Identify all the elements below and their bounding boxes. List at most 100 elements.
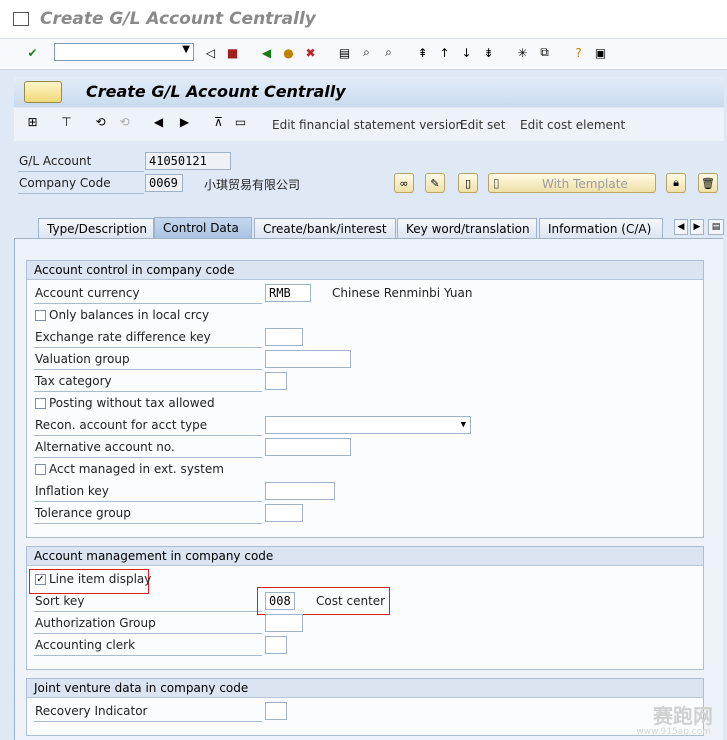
tab-key-word-translation[interactable]: Key word/translation — [397, 218, 537, 238]
divider — [34, 611, 262, 612]
hierarchy-icon[interactable]: ⊤ — [58, 113, 75, 130]
recovery-indicator-field[interactable] — [265, 702, 287, 720]
inflation-key-label: Inflation key — [35, 484, 109, 498]
print-icon[interactable]: ▤ — [336, 44, 353, 61]
back-arrow-icon[interactable]: ◁ — [202, 44, 219, 61]
tab-control-data[interactable]: Control Data — [154, 217, 252, 239]
command-field[interactable]: ▼ — [54, 43, 194, 61]
with-template-button[interactable]: ▯ With Template — [488, 173, 656, 193]
exchange-rate-field[interactable] — [265, 328, 303, 346]
auth-group-label: Authorization Group — [35, 616, 156, 630]
window-title: Create G/L Account Centrally — [40, 9, 316, 29]
group-title: Joint venture data in company code — [27, 679, 703, 698]
new-session-icon[interactable]: ✳ — [514, 44, 531, 61]
divider — [34, 369, 262, 370]
company-code-label: Company Code — [19, 176, 111, 190]
previous-page-icon[interactable]: ↑ — [436, 44, 453, 61]
save-icon[interactable]: ■ — [224, 44, 241, 61]
sort-key-field[interactable]: 008 — [265, 592, 295, 610]
page-title: Create G/L Account Centrally — [86, 82, 346, 101]
account-currency-field[interactable]: RMB — [265, 284, 311, 302]
shortcut-icon[interactable]: ⧉ — [536, 44, 553, 61]
divider — [34, 347, 262, 348]
tab-type-description[interactable]: Type/Description — [38, 218, 154, 238]
accounting-clerk-field[interactable] — [265, 636, 287, 654]
back-icon[interactable]: ◀ — [258, 44, 275, 61]
next-icon[interactable]: ▶ — [176, 113, 193, 130]
account-currency-text: Chinese Renminbi Yuan — [332, 286, 473, 300]
valuation-group-label: Valuation group — [35, 352, 130, 366]
document-icon: ▯ — [493, 176, 500, 190]
find-icon[interactable]: ⌕ — [358, 44, 375, 61]
chevron-down-icon[interactable]: ▼ — [461, 418, 466, 432]
only-balances-checkbox[interactable] — [35, 310, 46, 321]
first-page-icon[interactable]: ⇞ — [414, 44, 431, 61]
acct-managed-checkbox[interactable] — [35, 464, 46, 475]
title-bar: Create G/L Account Centrally — [0, 0, 727, 39]
standard-toolbar: ✔ ▼ ◁ ■ ◀ ● ✖ ▤ ⌕ ⌕ ⇞ ↑ ↓ ⇟ ✳ ⧉ ? ▣ — [0, 39, 727, 70]
edit-cost-element-link[interactable]: Edit cost element — [520, 118, 625, 132]
recon-account-label: Recon. account for acct type — [35, 418, 208, 432]
edit-fs-version-link[interactable]: Edit financial statement version — [272, 118, 463, 132]
delete-icon[interactable]: 🗑︎ — [698, 173, 718, 193]
application-toolbar: ⊞ ⊤ ⟲ ⟲ ◀ ▶ ⊼ ▭ Edit financial statement… — [14, 108, 724, 141]
link-icon[interactable]: ⟲ — [92, 113, 109, 130]
company-code-field[interactable]: 0069 — [145, 174, 183, 192]
gl-account-field[interactable]: 41050121 — [145, 152, 231, 170]
exit-icon[interactable]: ● — [280, 44, 297, 61]
note-icon[interactable]: ▭ — [232, 113, 249, 130]
enter-icon[interactable]: ✔ — [24, 44, 41, 61]
chevron-down-icon[interactable]: ▼ — [182, 44, 190, 55]
tolerance-group-field[interactable] — [265, 504, 303, 522]
structure-icon[interactable]: ⊼ — [210, 113, 227, 130]
help-icon[interactable]: ? — [570, 44, 587, 61]
edit-pencil-icon[interactable]: ✎ — [425, 173, 445, 193]
previous-icon[interactable]: ◀ — [150, 113, 167, 130]
auth-group-field[interactable] — [265, 614, 303, 632]
scroll-right-icon[interactable]: ▶ — [690, 219, 704, 235]
divider — [34, 435, 262, 436]
sort-key-text: Cost center — [316, 594, 386, 608]
display-change-icon[interactable]: ⊞ — [24, 113, 41, 130]
divider — [34, 457, 262, 458]
last-page-icon[interactable]: ⇟ — [480, 44, 497, 61]
recovery-indicator-label: Recovery Indicator — [35, 704, 148, 718]
watermark-url: www.915ap.com — [636, 727, 711, 737]
recon-account-select[interactable]: ▼ — [265, 416, 471, 434]
divider — [34, 655, 262, 656]
find-next-icon[interactable]: ⌕ — [380, 44, 397, 61]
accounting-clerk-label: Accounting clerk — [35, 638, 136, 652]
tab-information-ca[interactable]: Information (C/A) — [539, 218, 663, 238]
line-item-display-label: Line item display — [49, 572, 152, 586]
tab-create-bank-interest[interactable]: Create/bank/interest — [254, 218, 396, 238]
alt-account-field[interactable] — [265, 438, 351, 456]
watermark: 赛跑网 — [653, 704, 713, 728]
divider — [18, 193, 144, 194]
company-name: 小琪贸易有限公司 — [204, 178, 301, 192]
display-glasses-icon[interactable]: ∞ — [394, 173, 414, 193]
tax-category-field[interactable] — [265, 372, 287, 390]
posting-without-tax-checkbox[interactable] — [35, 398, 46, 409]
gl-account-label: G/L Account — [19, 154, 92, 168]
alt-account-label: Alternative account no. — [35, 440, 175, 454]
tolerance-group-label: Tolerance group — [35, 506, 131, 520]
lock-icon[interactable]: 🔒︎ — [666, 173, 686, 193]
window-menu-icon[interactable] — [13, 12, 29, 26]
divider — [34, 303, 262, 304]
inflation-key-field[interactable] — [265, 482, 335, 500]
next-page-icon[interactable]: ↓ — [458, 44, 475, 61]
sort-key-label: Sort key — [35, 594, 85, 608]
tax-category-label: Tax category — [35, 374, 112, 388]
divider — [34, 501, 262, 502]
menu-button[interactable] — [24, 81, 62, 103]
tab-list-icon[interactable]: ▤ — [708, 219, 724, 235]
cancel-icon[interactable]: ✖ — [302, 44, 319, 61]
edit-set-link[interactable]: Edit set — [460, 118, 505, 132]
posting-without-tax-label: Posting without tax allowed — [49, 396, 215, 410]
customize-layout-icon[interactable]: ▣ — [592, 44, 609, 61]
line-item-display-checkbox[interactable]: ✓ — [35, 574, 46, 585]
exchange-rate-label: Exchange rate difference key — [35, 330, 211, 344]
scroll-left-icon[interactable]: ◀ — [674, 219, 688, 235]
valuation-group-field[interactable] — [265, 350, 351, 368]
create-document-icon[interactable]: ▯ — [458, 173, 478, 193]
